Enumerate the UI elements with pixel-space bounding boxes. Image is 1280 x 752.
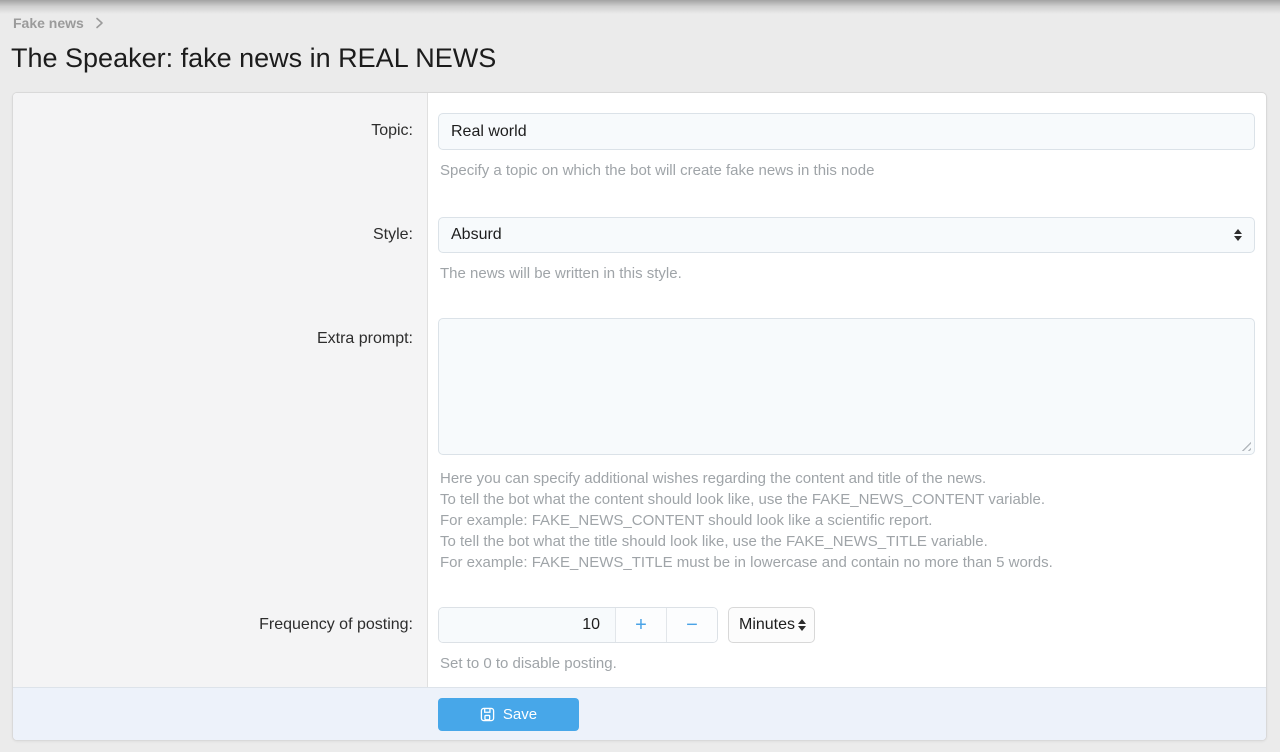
extra-prompt-label: Extra prompt: (317, 330, 413, 348)
breadcrumb-chevron-icon (95, 17, 104, 29)
help-line: For example: FAKE_NEWS_CONTENT should lo… (440, 510, 1255, 531)
help-line: To tell the bot what the content should … (440, 489, 1255, 510)
breadcrumb: Fake news (13, 15, 104, 31)
form-card: Topic: Style: Extra prompt: Frequency of… (12, 92, 1267, 741)
style-select[interactable]: Absurd (438, 217, 1255, 253)
help-line: To tell the bot what the title should lo… (440, 531, 1255, 552)
frequency-row: + − Minutes (438, 607, 1255, 643)
page-title: The Speaker: fake news in REAL NEWS (11, 43, 496, 74)
save-button-label: Save (503, 706, 537, 723)
select-arrows-icon (1234, 229, 1242, 241)
extra-prompt-wrapper (438, 318, 1255, 455)
frequency-help: Set to 0 to disable posting. (440, 654, 1255, 674)
top-shadow (0, 0, 1280, 14)
extra-prompt-textarea[interactable] (439, 319, 1254, 454)
topic-input[interactable] (438, 113, 1255, 150)
frequency-unit-select[interactable]: Minutes (728, 607, 815, 643)
frequency-unit-value: Minutes (739, 616, 795, 634)
style-label: Style: (373, 226, 413, 244)
plus-icon: + (635, 615, 647, 635)
form-footer: Save (13, 687, 1266, 740)
label-sidebar: Topic: Style: Extra prompt: Frequency of… (13, 93, 428, 687)
form-body: Topic: Style: Extra prompt: Frequency of… (13, 93, 1266, 687)
fields-column: Specify a topic on which the bot will cr… (428, 93, 1266, 687)
frequency-label: Frequency of posting: (259, 616, 413, 634)
frequency-input-group: + − (438, 607, 718, 643)
help-line: For example: FAKE_NEWS_TITLE must be in … (440, 552, 1255, 573)
topic-help: Specify a topic on which the bot will cr… (440, 161, 1255, 181)
save-button[interactable]: Save (438, 698, 579, 731)
increment-button[interactable]: + (616, 608, 667, 642)
select-arrows-icon (798, 619, 806, 631)
style-help: The news will be written in this style. (440, 264, 1255, 284)
breadcrumb-link-fake-news[interactable]: Fake news (13, 15, 84, 31)
style-select-value: Absurd (451, 226, 502, 244)
save-icon (480, 707, 495, 722)
extra-prompt-help: Here you can specify additional wishes r… (440, 468, 1255, 573)
frequency-input[interactable] (439, 608, 616, 642)
decrement-button[interactable]: − (667, 608, 717, 642)
minus-icon: − (686, 615, 698, 635)
help-line: Here you can specify additional wishes r… (440, 468, 1255, 489)
topic-label: Topic: (371, 122, 413, 140)
